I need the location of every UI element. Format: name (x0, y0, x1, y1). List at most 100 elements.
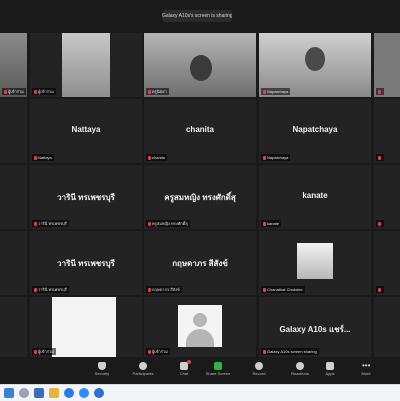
participant-avatar (52, 297, 116, 357)
mute-icon (4, 89, 7, 94)
top-bar: Galaxy A10s's screen is sharing (0, 0, 400, 30)
edge-icon[interactable] (94, 388, 104, 398)
mute-icon (378, 89, 381, 94)
participant-name: Nattaya (71, 125, 101, 134)
participant-name: kanate (302, 191, 328, 200)
apps-grid-icon (326, 362, 334, 370)
participant-label: Galaxy A10s screen sharing (261, 348, 319, 355)
video-tile[interactable]: ครูนิตยา (144, 33, 256, 97)
chat-bubble-icon (180, 360, 191, 370)
participant-label (376, 220, 384, 227)
chat-badge-icon (187, 360, 191, 364)
mute-icon (378, 155, 381, 160)
meeting-toolbar: Security Participants Chat Share Screen … (0, 358, 400, 384)
video-tile[interactable]: Napatchaya Napatchaya (259, 99, 371, 163)
video-tile[interactable]: chanita chanita (144, 99, 256, 163)
participant-label: กฤษดาภร สีสังข์ (146, 286, 182, 293)
video-tile[interactable]: kanate kanate (259, 165, 371, 229)
participant-label: วารินี ทรเพชรบุรี (32, 286, 69, 293)
video-tile[interactable] (374, 231, 400, 295)
apps-button[interactable]: Apps (314, 360, 346, 382)
os-taskbar (0, 384, 400, 401)
share-arrow-icon (214, 362, 222, 370)
mute-icon (148, 221, 151, 226)
participant-label: ผู้เข้าร่วม (146, 348, 170, 355)
mute-icon (148, 89, 151, 94)
screen-share-banner[interactable]: Galaxy A10s's screen is sharing (162, 10, 232, 22)
participant-label (376, 154, 384, 161)
mute-icon (148, 155, 151, 160)
participant-label: Nattaya (32, 154, 54, 161)
video-tile[interactable] (0, 231, 27, 295)
participant-label (376, 88, 384, 95)
video-tile[interactable] (374, 99, 400, 163)
mute-icon (34, 349, 37, 354)
participant-name: ครูสมหญิง ทรงศักดิ์สุ (164, 193, 236, 202)
security-button[interactable]: Security (86, 360, 118, 382)
mute-icon (263, 349, 266, 354)
participants-button[interactable]: Participants (127, 360, 159, 382)
participant-label: ผู้เข้าร่วม (32, 348, 56, 355)
participant-avatar (297, 243, 333, 279)
participant-label (376, 286, 384, 293)
mute-icon (34, 155, 37, 160)
participant-name: Napatchaya (292, 125, 338, 134)
chrome-icon[interactable] (64, 388, 74, 398)
reactions-button[interactable]: Reactions (284, 360, 316, 382)
participant-label: Napatchaya (261, 154, 291, 161)
people-icon (139, 362, 147, 370)
more-button[interactable]: ••• More (350, 360, 382, 382)
video-tile[interactable]: ผู้เข้าร่วม (144, 297, 256, 357)
video-tile[interactable] (0, 165, 27, 229)
video-tile[interactable]: ผู้เข้าร่วม (30, 33, 142, 97)
participant-label: ผู้เข้าร่วม (2, 88, 26, 95)
video-tile[interactable]: Napatchaya (259, 33, 371, 97)
video-tile[interactable]: ผู้เข้าร่วม (0, 33, 27, 97)
mute-icon (263, 89, 266, 94)
participant-label: Chanathat Chokdee (261, 286, 305, 293)
video-tile[interactable]: Chanathat Chokdee (259, 231, 371, 295)
share-screen-button[interactable]: Share Screen (202, 360, 234, 382)
mute-icon (263, 287, 266, 292)
record-icon (255, 362, 263, 370)
participant-name: กฤษดาภร สีสังข์ (172, 259, 228, 268)
ellipsis-icon: ••• (362, 361, 371, 370)
mute-icon (34, 89, 37, 94)
video-tile[interactable] (0, 297, 27, 357)
participant-label: ผู้เข้าร่วม (32, 88, 56, 95)
mute-icon (378, 221, 381, 226)
mute-icon (34, 287, 37, 292)
default-avatar (178, 305, 222, 347)
file-explorer-icon[interactable] (49, 388, 59, 398)
video-tile[interactable]: วารินี ทรเพชรบุรี วารินี ทรเพชรบุรี (30, 231, 142, 295)
video-tile[interactable]: วารินี ทรเพชรบุรี วารินี ทรเพชรบุรี (30, 165, 142, 229)
video-tile[interactable]: กฤษดาภร สีสังข์ กฤษดาภร สีสังข์ (144, 231, 256, 295)
search-icon[interactable] (19, 388, 29, 398)
zoom-app-icon[interactable] (79, 388, 89, 398)
avatar-head-icon (193, 313, 207, 327)
video-tile[interactable] (374, 33, 400, 97)
task-view-icon[interactable] (34, 388, 44, 398)
video-tile[interactable]: Nattaya Nattaya (30, 99, 142, 163)
participant-name: chanita (185, 125, 214, 134)
participant-label: ครูนิตยา (146, 88, 169, 95)
mute-icon (263, 221, 266, 226)
record-button[interactable]: Record (243, 360, 275, 382)
participant-label: วารินี ทรเพชรบุรี (32, 220, 69, 227)
mute-icon (34, 221, 37, 226)
participant-name: วารินี ทรเพชรบุรี (57, 259, 115, 268)
participant-label: chanita (146, 154, 167, 161)
video-tile[interactable]: Galaxy A10s แชร์... Galaxy A10s screen s… (259, 297, 371, 357)
video-tile[interactable]: ครูสมหญิง ทรงศักดิ์สุ ครูสมหญิง ทรงศักดิ… (144, 165, 256, 229)
video-tile[interactable] (374, 297, 400, 357)
video-tile[interactable] (374, 165, 400, 229)
windows-start-icon[interactable] (4, 388, 14, 398)
participant-name: Galaxy A10s แชร์... (279, 325, 351, 334)
shield-icon (98, 362, 106, 370)
video-tile[interactable]: ผู้เข้าร่วม (30, 297, 142, 357)
avatar-body-icon (186, 329, 214, 347)
video-tile[interactable] (0, 99, 27, 163)
chat-button[interactable]: Chat (168, 360, 200, 382)
participant-video (62, 33, 110, 97)
mute-icon (263, 155, 266, 160)
